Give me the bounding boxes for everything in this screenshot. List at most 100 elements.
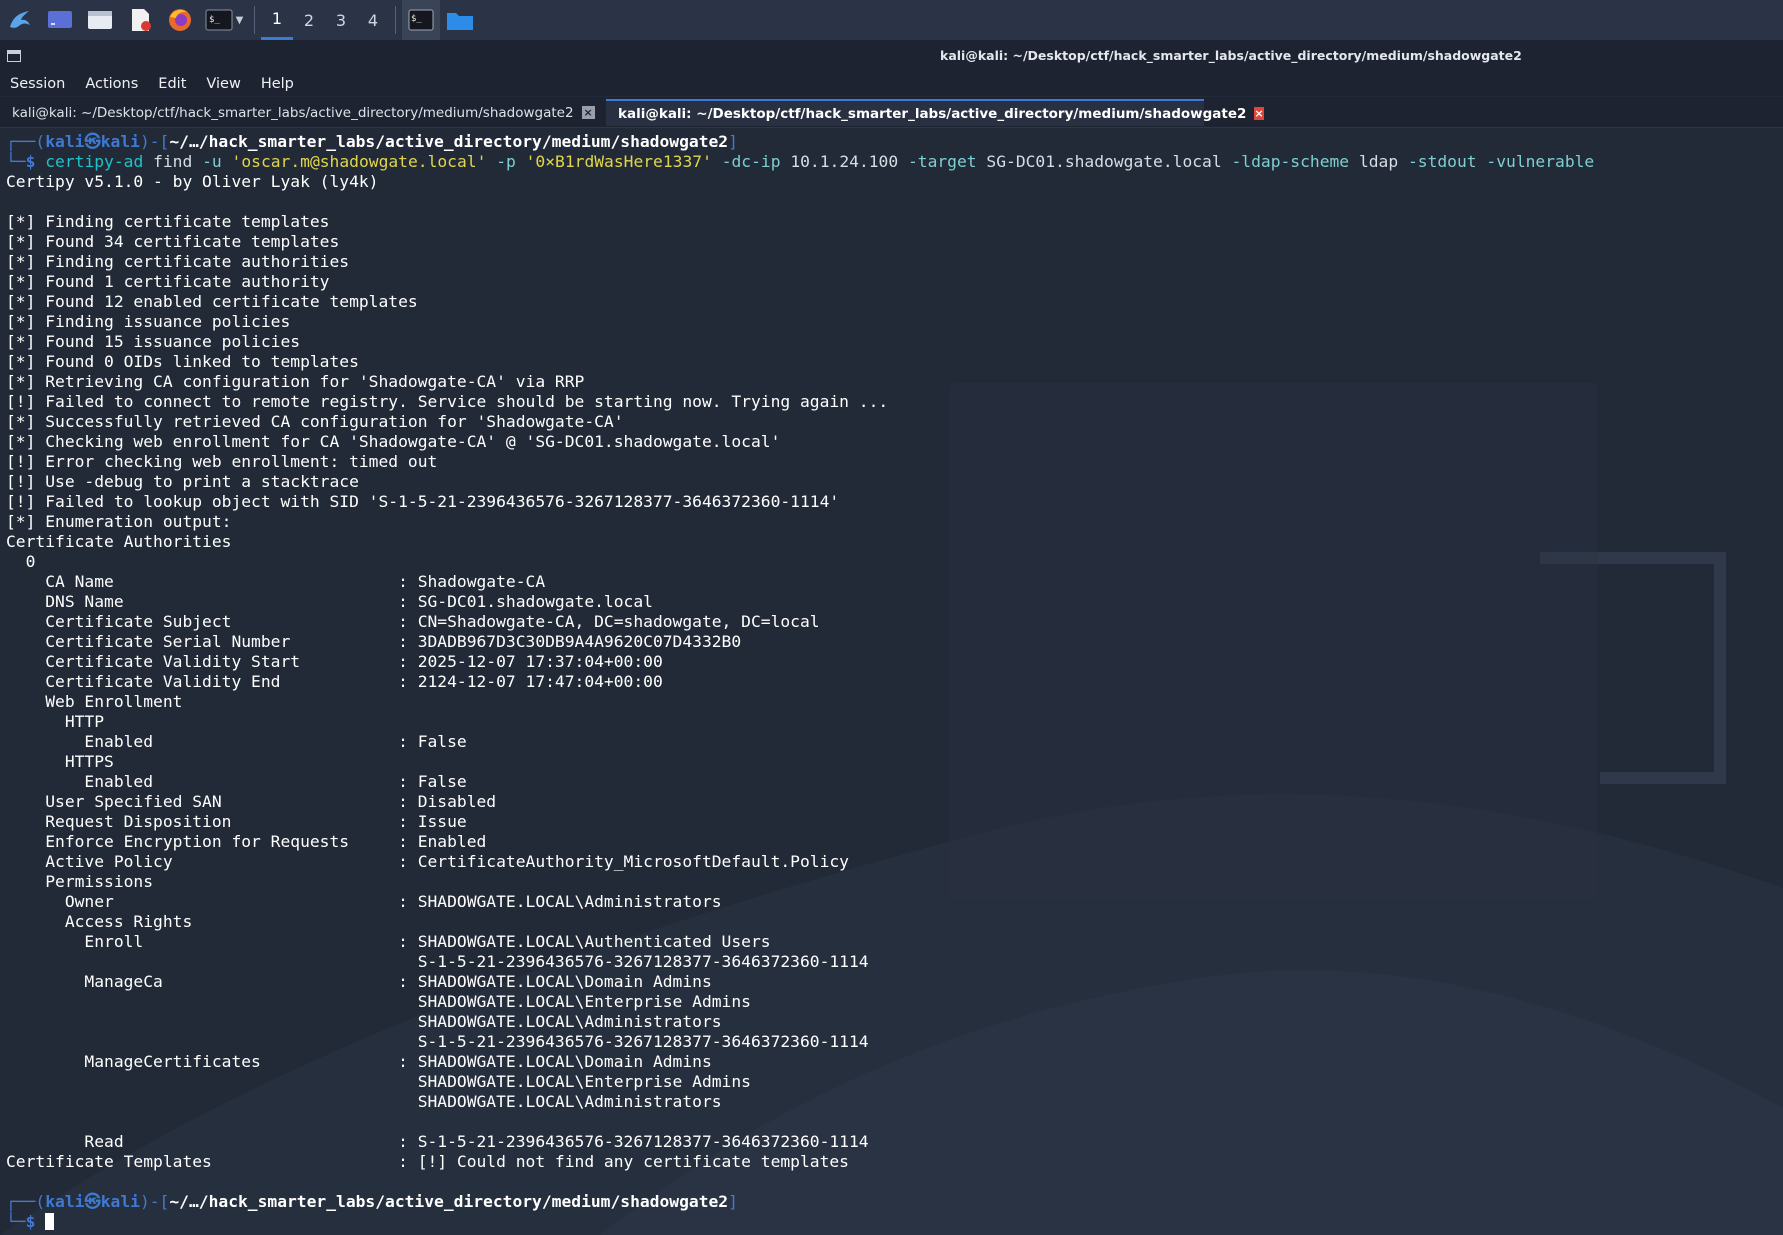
output-line: [*] Finding issuance policies: [6, 312, 291, 331]
menu-session[interactable]: Session: [0, 76, 75, 92]
output-line: CA Name : Shadowgate-CA: [6, 572, 546, 591]
output-line: [*] Found 15 issuance policies: [6, 332, 301, 351]
output-line: [!] Failed to lookup object with SID 'S-…: [6, 492, 840, 511]
svg-text:$_: $_: [209, 15, 220, 25]
prompt-user: kali: [45, 1192, 85, 1211]
output-line: [!] Use -debug to print a stacktrace: [6, 472, 359, 491]
menu-edit[interactable]: Edit: [148, 76, 196, 92]
output-line: Web Enrollment: [6, 692, 183, 711]
output-line: Certificate Validity End : 2124-12-07 17…: [6, 672, 663, 691]
command-flag: -vulnerable: [1486, 152, 1595, 171]
command-flag: -u: [202, 152, 222, 171]
command-flag: -stdout: [1407, 152, 1477, 171]
prompt-line-top: ┌──(kali㉿kali)-[~/…/hack_smarter_labs/ac…: [6, 132, 738, 151]
command-flag: -ldap-scheme: [1231, 152, 1350, 171]
output-line: SHADOWGATE.LOCAL\Enterprise Admins: [6, 1072, 751, 1091]
output-line: Request Disposition : Issue: [6, 812, 467, 831]
output-line: DNS Name : SG-DC01.shadowgate.local: [6, 592, 653, 611]
output-line: SHADOWGATE.LOCAL\Enterprise Admins: [6, 992, 751, 1011]
command-flag: -p: [496, 152, 516, 171]
output-line: S-1-5-21-2396436576-3267128377-364637236…: [6, 1032, 869, 1051]
panel-separator: [254, 6, 255, 34]
output-line: Permissions: [6, 872, 154, 891]
output-line: Certificate Authorities: [6, 532, 232, 551]
output-line: [*] Finding certificate authorities: [6, 252, 350, 271]
terminal-output: ┌──(kali㉿kali)-[~/…/hack_smarter_labs/ac…: [6, 132, 1594, 1232]
menu-help[interactable]: Help: [251, 76, 304, 92]
desktop-icon[interactable]: [40, 0, 80, 40]
kali-dragon-icon[interactable]: [0, 0, 40, 40]
chevron-down-icon[interactable]: ▼: [236, 15, 244, 26]
folder-icon[interactable]: [440, 0, 480, 40]
output-line: [!] Error checking web enrollment: timed…: [6, 452, 438, 471]
output-line: Certipy v5.1.0 - by Oliver Lyak (ly4k): [6, 172, 379, 191]
output-line: [*] Found 12 enabled certificate templat…: [6, 292, 418, 311]
menu-actions[interactable]: Actions: [75, 76, 148, 92]
command-value: ldap: [1358, 152, 1399, 171]
tab-label: kali@kali: ~/Desktop/ctf/hack_smarter_la…: [12, 104, 574, 121]
prompt-at: ㉿: [84, 132, 101, 151]
workspace-4[interactable]: 4: [357, 0, 389, 40]
window-icon[interactable]: [7, 50, 21, 62]
menu-view[interactable]: View: [196, 76, 250, 92]
workspace-1[interactable]: 1: [261, 0, 293, 40]
workspace-2[interactable]: 2: [293, 0, 325, 40]
menu-bar: Session Actions Edit View Help: [0, 72, 1783, 96]
tab-bar: kali@kali: ~/Desktop/ctf/hack_smarter_la…: [0, 97, 1783, 128]
output-line: User Specified SAN : Disabled: [6, 792, 497, 811]
file-manager-icon[interactable]: [80, 0, 120, 40]
prompt-path: ~/…/hack_smarter_labs/active_directory/m…: [169, 1192, 729, 1211]
output-line: [*] Retrieving CA configuration for 'Sha…: [6, 372, 585, 391]
output-line: 0: [6, 552, 36, 571]
output-line: Access Rights: [6, 912, 193, 931]
command-value: SG-DC01.shadowgate.local: [986, 152, 1222, 171]
output-line: SHADOWGATE.LOCAL\Administrators: [6, 1012, 722, 1031]
workspace-3[interactable]: 3: [325, 0, 357, 40]
output-line: [*] Successfully retrieved CA configurat…: [6, 412, 624, 431]
output-line: Certificate Templates : [!] Could not fi…: [6, 1152, 849, 1171]
window-titlebar[interactable]: kali@kali: ~/Desktop/ctf/hack_smarter_la…: [0, 40, 1783, 72]
prompt-host: kali: [100, 1192, 140, 1211]
output-line: ManageCa : SHADOWGATE.LOCAL\Domain Admin…: [6, 972, 712, 991]
tab-label: kali@kali: ~/Desktop/ctf/hack_smarter_la…: [618, 105, 1247, 122]
prompt-path: ~/…/hack_smarter_labs/active_directory/m…: [169, 132, 729, 151]
terminal-tab-2[interactable]: kali@kali: ~/Desktop/ctf/hack_smarter_la…: [606, 99, 1264, 126]
terminal-window-icon[interactable]: $_: [402, 0, 440, 40]
command-value: 'oscar.m@shadowgate.local': [231, 152, 487, 171]
command-program: certipy-ad: [45, 152, 144, 171]
output-line: [*] Checking web enrollment for CA 'Shad…: [6, 432, 781, 451]
firefox-icon[interactable]: [160, 0, 200, 40]
output-line: [*] Found 0 OIDs linked to templates: [6, 352, 359, 371]
output-line: Enabled : False: [6, 732, 467, 751]
output-line: [!] Failed to connect to remote registry…: [6, 392, 889, 411]
top-panel: $_ ▼ 1 2 3 4 $_: [0, 0, 1783, 41]
output-line: Read : S-1-5-21-2396436576-3267128377-36…: [6, 1132, 869, 1151]
output-line: Certificate Subject : CN=Shadowgate-CA, …: [6, 612, 820, 631]
prompt-at: ㉿: [84, 1192, 101, 1211]
output-line: SHADOWGATE.LOCAL\Administrators: [6, 1092, 722, 1111]
terminal-icon[interactable]: $_ ▼: [200, 0, 248, 40]
prompt-user: kali: [45, 132, 85, 151]
output-line: Enforce Encryption for Requests : Enable…: [6, 832, 487, 851]
terminal-tab-1[interactable]: kali@kali: ~/Desktop/ctf/hack_smarter_la…: [0, 99, 600, 126]
output-line: Active Policy : CertificateAuthority_Mic…: [6, 852, 849, 871]
output-line: HTTP: [6, 712, 105, 731]
output-line: ManageCertificates : SHADOWGATE.LOCAL\Do…: [6, 1052, 712, 1071]
close-icon[interactable]: ×: [1254, 107, 1264, 120]
close-icon[interactable]: ×: [581, 106, 595, 119]
panel-separator: [395, 6, 396, 34]
text-cursor[interactable]: [45, 1213, 55, 1230]
output-line: S-1-5-21-2396436576-3267128377-364637236…: [6, 952, 869, 971]
terminal-area[interactable]: ┌──(kali㉿kali)-[~/…/hack_smarter_labs/ac…: [0, 128, 1783, 1235]
input-line[interactable]: └─$: [6, 1212, 1594, 1232]
text-editor-icon[interactable]: [120, 0, 160, 40]
command-value: 10.1.24.100: [790, 152, 899, 171]
output-line: Enabled : False: [6, 772, 467, 791]
command-line: └─$ certipy-ad find -u 'oscar.m@shadowga…: [6, 152, 1595, 171]
prompt-line-top: ┌──(kali㉿kali)-[~/…/hack_smarter_labs/ac…: [6, 1192, 738, 1211]
output-line: HTTPS: [6, 752, 114, 771]
prompt-host: kali: [100, 132, 140, 151]
